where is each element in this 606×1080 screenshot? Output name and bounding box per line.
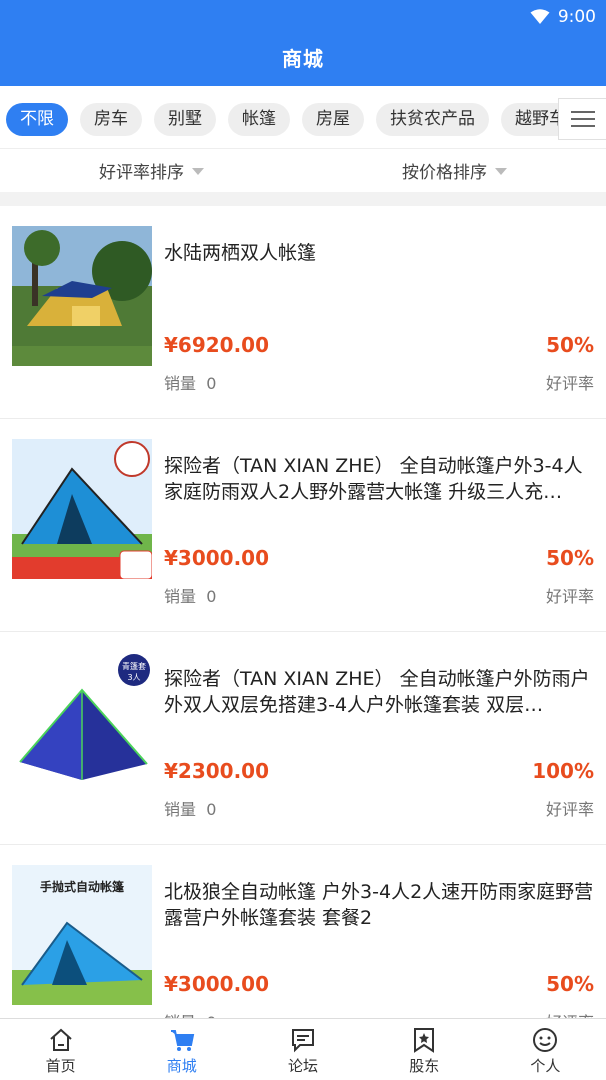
product-image [12, 439, 152, 579]
sales-label: 销量 [164, 587, 197, 606]
sales-count: 0 [206, 587, 217, 606]
cart-icon [169, 1027, 195, 1055]
sales-count: 0 [206, 800, 217, 819]
product-rating: 50% [546, 972, 594, 996]
sort-by-rating-label: 好评率排序 [99, 163, 184, 183]
product-item[interactable]: 水陆两栖双人帐篷 ¥6920.00 50% 销量 0 好评率 [0, 206, 606, 419]
nav-mall-label: 商城 [166, 1057, 197, 1075]
nav-shareholder[interactable]: 股东 [364, 1019, 485, 1080]
product-price: ¥3000.00 [164, 972, 270, 996]
tab-tent[interactable]: 帐篷 [228, 103, 290, 136]
rating-label: 好评率 [545, 374, 594, 393]
tab-house[interactable]: 房屋 [302, 103, 364, 136]
app-header: 9:00 商城 [0, 0, 606, 86]
product-item[interactable]: 手抛式自动帐篷 北极狼全自动帐篷 户外3-4人2人速开防雨家庭野营露营户外帐篷套… [0, 845, 606, 1018]
home-icon [48, 1027, 74, 1055]
product-name: 水陆两栖双人帐篷 [164, 242, 317, 264]
sales-count: 0 [206, 374, 217, 393]
thumb-badge-subtext: 3人 [127, 673, 140, 682]
nav-shareholder-label: 股东 [409, 1057, 440, 1075]
thumb-badge-text: 青篷套 [122, 661, 146, 671]
sales-label: 销量 [164, 800, 197, 819]
product-price: ¥3000.00 [164, 546, 270, 570]
status-bar: 9:00 [530, 6, 596, 28]
nav-forum[interactable]: 论坛 [242, 1019, 363, 1080]
product-image: 手抛式自动帐篷 [12, 865, 152, 1005]
tab-unlimited[interactable]: 不限 [6, 103, 68, 136]
page-title: 商城 [282, 47, 324, 71]
nav-forum-label: 论坛 [288, 1057, 319, 1075]
product-image [12, 226, 152, 366]
sort-by-rating[interactable]: 好评率排序 [0, 149, 303, 192]
rating-label: 好评率 [545, 800, 594, 819]
sort-bar: 好评率排序 按价格排序 [0, 148, 606, 192]
sales-label: 销量 [164, 374, 197, 393]
product-sales: 销量 0 [164, 583, 216, 607]
product-name: 探险者（TAN XIAN ZHE） 全自动帐篷户外3-4人家庭防雨双人2人野外露… [164, 455, 583, 503]
nav-home[interactable]: 首页 [0, 1019, 121, 1080]
product-rating: 50% [546, 333, 594, 357]
thumb-caption: 手抛式自动帐篷 [40, 879, 125, 894]
nav-profile[interactable]: 个人 [485, 1019, 606, 1080]
smiley-icon [532, 1027, 558, 1055]
product-price: ¥6920.00 [164, 333, 270, 357]
sort-by-price[interactable]: 按价格排序 [303, 149, 606, 192]
product-name: 探险者（TAN XIAN ZHE） 全自动帐篷户外防雨户外双人双层免搭建3-4人… [164, 668, 590, 716]
product-sales: 销量 0 [164, 1009, 216, 1018]
tab-rv[interactable]: 房车 [80, 103, 142, 136]
bottom-nav: 首页 商城 论坛 股东 个人 [0, 1018, 606, 1080]
product-sales: 销量 0 [164, 370, 216, 394]
bookmark-star-icon [411, 1027, 437, 1055]
category-menu-button[interactable] [558, 98, 606, 140]
dropdown-arrow-icon [192, 168, 204, 175]
product-rating: 100% [532, 759, 594, 783]
nav-mall[interactable]: 商城 [121, 1019, 242, 1080]
forum-icon [290, 1027, 316, 1055]
product-item[interactable]: 探险者（TAN XIAN ZHE） 全自动帐篷户外3-4人家庭防雨双人2人野外露… [0, 419, 606, 632]
tab-farm-products[interactable]: 扶贫农产品 [376, 103, 489, 136]
product-item[interactable]: 青篷套 3人 探险者（TAN XIAN ZHE） 全自动帐篷户外防雨户外双人双层… [0, 632, 606, 845]
rating-label: 好评率 [545, 587, 594, 606]
nav-profile-label: 个人 [530, 1057, 561, 1075]
category-tabs: 不限 房车 别墅 帐篷 房屋 扶贫农产品 越野车 [0, 86, 606, 148]
product-price: ¥2300.00 [164, 759, 270, 783]
nav-home-label: 首页 [45, 1057, 76, 1075]
hamburger-menu-icon [570, 109, 595, 129]
product-list: 水陆两栖双人帐篷 ¥6920.00 50% 销量 0 好评率 探险者（TAN X… [0, 206, 606, 1018]
rating-label: 好评率 [546, 1009, 594, 1018]
wifi-icon [530, 9, 550, 25]
section-divider [0, 192, 606, 206]
product-image: 青篷套 3人 [12, 652, 152, 792]
sort-by-price-label: 按价格排序 [402, 163, 487, 183]
status-time: 9:00 [557, 7, 596, 27]
product-sales: 销量 0 [164, 796, 216, 820]
dropdown-arrow-icon [495, 168, 507, 175]
product-name: 北极狼全自动帐篷 户外3-4人2人速开防雨家庭野营露营户外帐篷套装 套餐2 [164, 881, 594, 929]
tab-villa[interactable]: 别墅 [154, 103, 216, 136]
product-rating: 50% [546, 546, 594, 570]
